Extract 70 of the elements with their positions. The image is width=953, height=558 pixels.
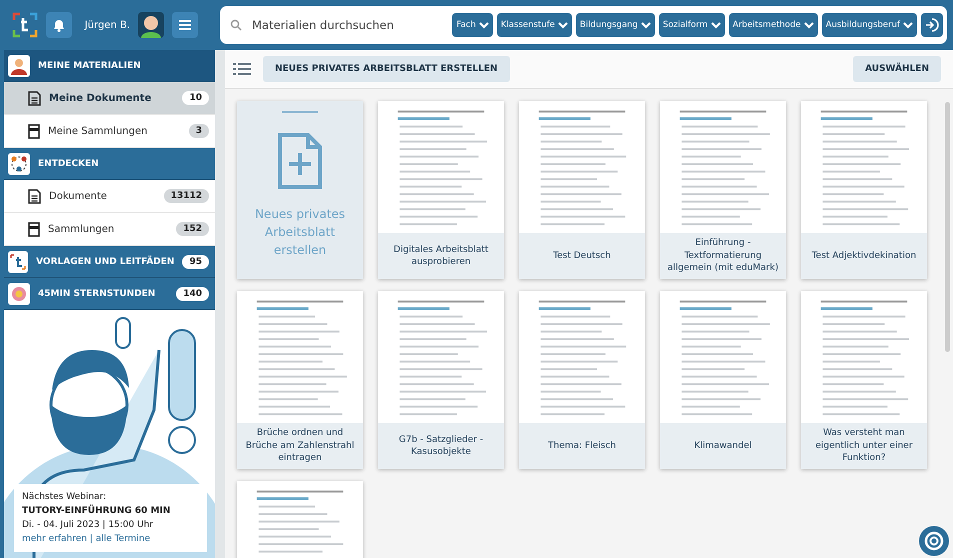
new-worksheet-button[interactable]: NEUES PRIVATES ARBEITSBLATT ERSTELLEN bbox=[263, 56, 510, 82]
bell-icon bbox=[53, 18, 65, 32]
worksheet-card[interactable]: Digitales Arbeitsblatt ausprobieren bbox=[378, 101, 504, 279]
worksheet-title: Thema: Fleisch bbox=[519, 423, 645, 469]
webinar-heading: Nächstes Webinar: bbox=[22, 491, 108, 504]
count-badge: 95 bbox=[182, 254, 209, 268]
people-circle-icon bbox=[10, 154, 28, 172]
document-icon bbox=[28, 90, 41, 106]
filter-dropdown[interactable]: Fach bbox=[452, 13, 493, 37]
collection-icon bbox=[28, 124, 40, 138]
worksheet-title: Digitales Arbeitsblatt ausprobieren bbox=[378, 233, 504, 279]
list-view-icon[interactable] bbox=[233, 62, 251, 76]
lifebuoy-icon bbox=[924, 531, 944, 551]
avatar[interactable] bbox=[138, 12, 164, 38]
document-icon bbox=[28, 188, 41, 204]
count-badge: 3 bbox=[188, 124, 209, 138]
worksheet-title: Test Deutsch bbox=[519, 233, 645, 279]
chevron-down-icon bbox=[804, 22, 814, 28]
notifications-button[interactable] bbox=[46, 12, 72, 38]
filter-dropdown[interactable]: Bildungsgang bbox=[576, 13, 655, 37]
logo-icon bbox=[10, 254, 26, 270]
logo-icon[interactable] bbox=[12, 12, 38, 38]
sidebar-section[interactable]: MEINE MATERIALIEN bbox=[4, 50, 215, 82]
user-name: Jürgen B. bbox=[84, 20, 130, 30]
worksheet-card[interactable]: Klimawandel bbox=[660, 291, 786, 469]
search-icon bbox=[230, 19, 242, 31]
new-worksheet-label: Neues privates Arbeitsblatt erstellen bbox=[254, 206, 346, 259]
filter-dropdown[interactable]: Klassenstufe bbox=[496, 13, 572, 37]
worksheet-card[interactable]: Was versteht man eigentlich unter einer Funktion? bbox=[801, 291, 927, 469]
worksheet-card[interactable]: Einführung - Textformatierung allgemein (mit eduMark) bbox=[660, 101, 786, 279]
menu-icon bbox=[178, 19, 192, 31]
worksheet-title: Klimawandel bbox=[660, 423, 786, 469]
exit-arrow-icon bbox=[925, 18, 939, 32]
sidebar-item[interactable]: Dokumente 13112 bbox=[4, 180, 215, 213]
sidebar-section[interactable]: 45MIN STERNSTUNDEN 140 bbox=[4, 278, 215, 310]
help-button[interactable] bbox=[919, 526, 949, 556]
worksheet-card[interactable]: Brüche ordnen und Brüche am Zahlenstrahl eintragen bbox=[237, 291, 363, 469]
worksheet-title: Test Adjektivdekination bbox=[801, 233, 927, 279]
worksheet-title: Was versteht man eigentlich unter einer Funktion? bbox=[801, 423, 927, 469]
sidebar-section[interactable]: VORLAGEN UND LEITFÄDEN 95 bbox=[4, 246, 215, 278]
webinar-title: TUTORY-EINFÜHRUNG 60 MIN bbox=[22, 504, 172, 518]
count-badge: 10 bbox=[182, 91, 209, 105]
webinar-date: Di. - 04. Juli 2023 | 15:00 Uhr bbox=[22, 519, 154, 532]
filter-dropdown[interactable]: Arbeitsmethode bbox=[728, 13, 818, 37]
filter-dropdown[interactable]: Sozialform bbox=[658, 13, 725, 37]
menu-button[interactable] bbox=[172, 12, 198, 38]
webinar-link[interactable]: mehr erfahren | alle Termine bbox=[22, 534, 150, 544]
worksheet-title: Einführung - Textformatierung allgemein (mit eduMark) bbox=[660, 233, 786, 279]
chevron-down-icon bbox=[558, 22, 568, 28]
sidebar-section[interactable]: ENTDECKEN bbox=[4, 148, 215, 180]
flower-icon bbox=[10, 284, 28, 302]
count-badge: 13112 bbox=[164, 189, 209, 203]
collection-icon bbox=[28, 222, 40, 236]
worksheet-title: G7b - Satzglieder - Kasusobjekte bbox=[378, 423, 504, 469]
worksheet-card[interactable]: Test Deutsch bbox=[519, 101, 645, 279]
worksheet-title: Brüche ordnen und Brüche am Zahlenstrahl eintragen bbox=[237, 423, 363, 469]
worksheet-card[interactable]: G7b - Satzglieder - Kasusobjekte bbox=[378, 291, 504, 469]
count-badge: 152 bbox=[176, 222, 209, 236]
sidebar-item[interactable]: Meine Dokumente 10 bbox=[4, 82, 215, 115]
chevron-down-icon bbox=[640, 22, 651, 28]
logout-button[interactable] bbox=[921, 13, 943, 37]
count-badge: 140 bbox=[176, 286, 209, 300]
chevron-down-icon bbox=[903, 22, 913, 28]
worksheet-card[interactable]: Test Adjektivdekination bbox=[801, 101, 927, 279]
chevron-down-icon bbox=[478, 22, 489, 28]
select-button[interactable]: AUSWÄHLEN bbox=[853, 56, 941, 82]
person-icon bbox=[10, 56, 28, 74]
chevron-down-icon bbox=[710, 22, 721, 28]
filter-dropdown[interactable]: Ausbildungsberuf bbox=[822, 13, 917, 37]
worksheet-card[interactable]: Thema: Fleisch bbox=[519, 291, 645, 469]
